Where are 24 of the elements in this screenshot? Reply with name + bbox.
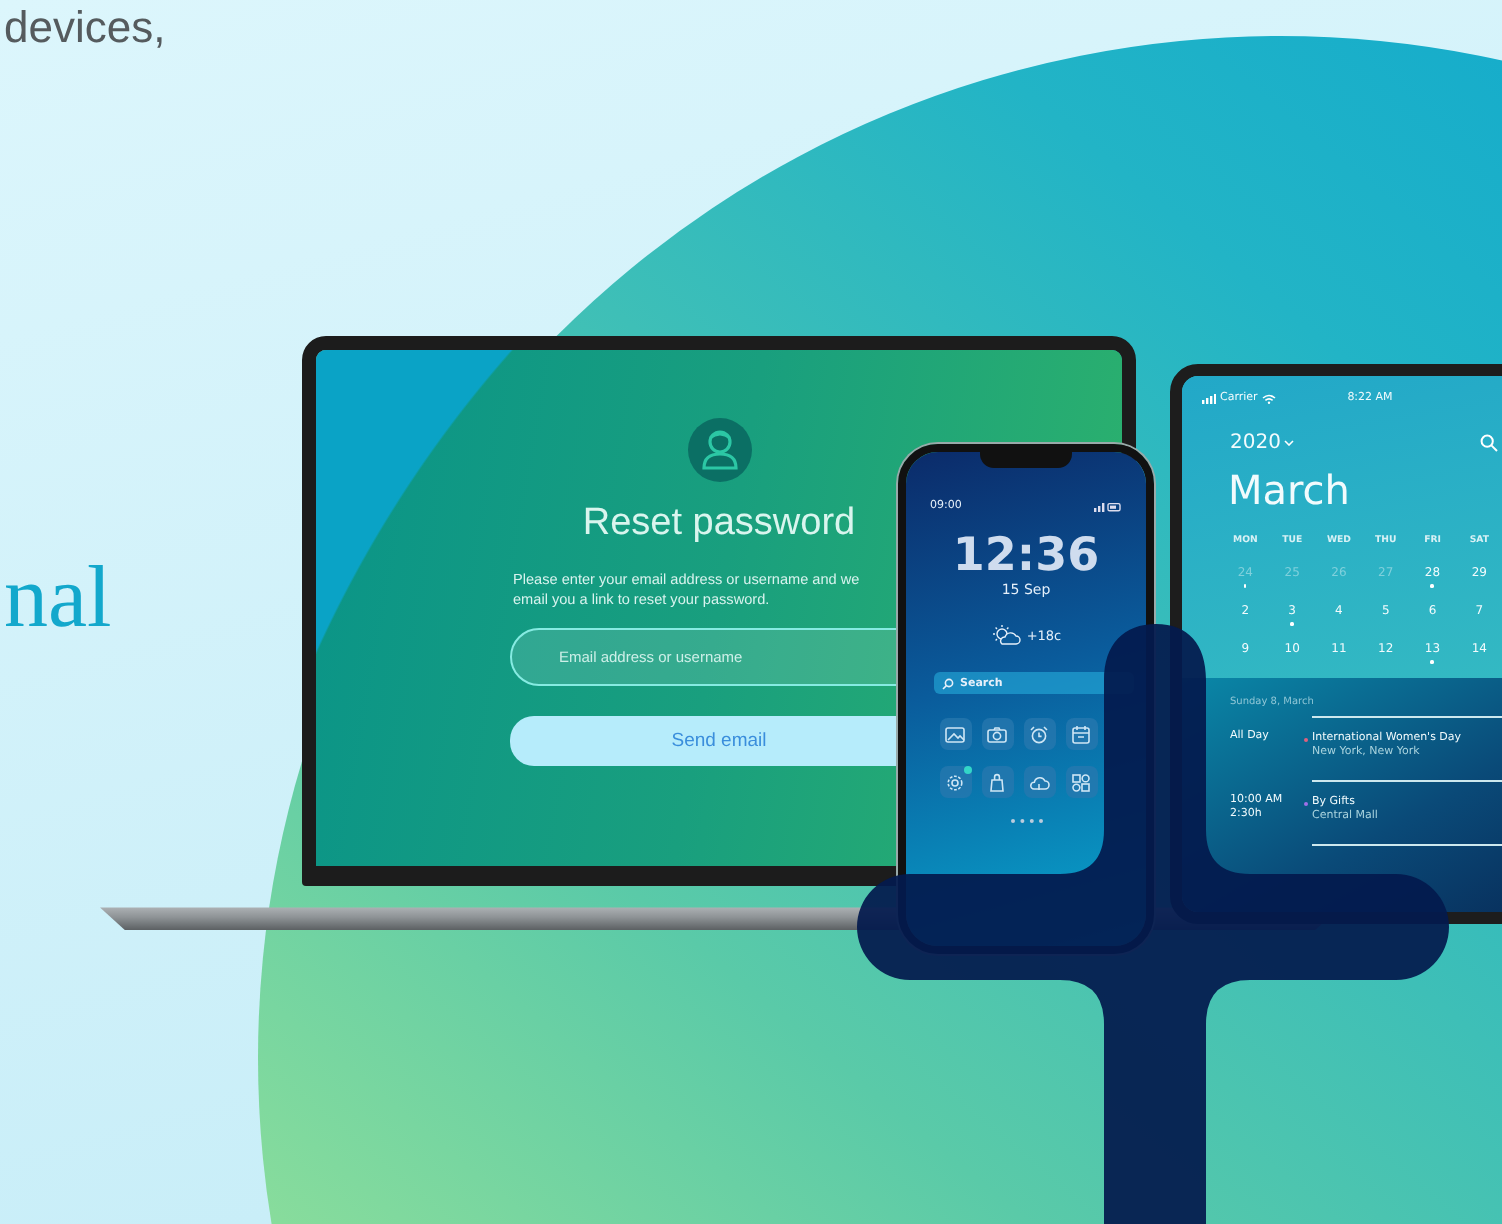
bag-icon[interactable] bbox=[981, 766, 1013, 798]
page-dots-icon bbox=[1009, 818, 1043, 824]
calendar-icon[interactable] bbox=[1065, 718, 1097, 750]
gear-icon[interactable] bbox=[939, 766, 971, 798]
signal-battery-icon bbox=[1094, 501, 1122, 511]
phone-notch bbox=[980, 452, 1072, 468]
year-dropdown[interactable]: 2020 bbox=[1230, 432, 1295, 454]
image-icon[interactable] bbox=[939, 718, 971, 750]
camera-icon[interactable] bbox=[981, 718, 1013, 750]
signal-icon bbox=[1202, 393, 1216, 403]
headline-text: nal bbox=[4, 548, 112, 648]
search-icon bbox=[942, 677, 954, 689]
month-title: March bbox=[1226, 466, 1352, 514]
cloud-icon[interactable] bbox=[1023, 766, 1055, 798]
widget-grid-icon[interactable] bbox=[1065, 766, 1097, 798]
headline-text: devices, bbox=[4, 2, 166, 52]
user-avatar-icon bbox=[687, 418, 751, 482]
wifi-icon bbox=[1261, 393, 1276, 403]
search-icon[interactable] bbox=[1480, 434, 1498, 452]
lock-clock: 12:36 bbox=[952, 530, 1100, 582]
page-title: Reset password bbox=[582, 502, 856, 546]
sun-cloud-icon bbox=[990, 624, 1023, 646]
alarm-clock-icon[interactable] bbox=[1023, 718, 1055, 750]
caret-icon bbox=[1284, 440, 1295, 446]
